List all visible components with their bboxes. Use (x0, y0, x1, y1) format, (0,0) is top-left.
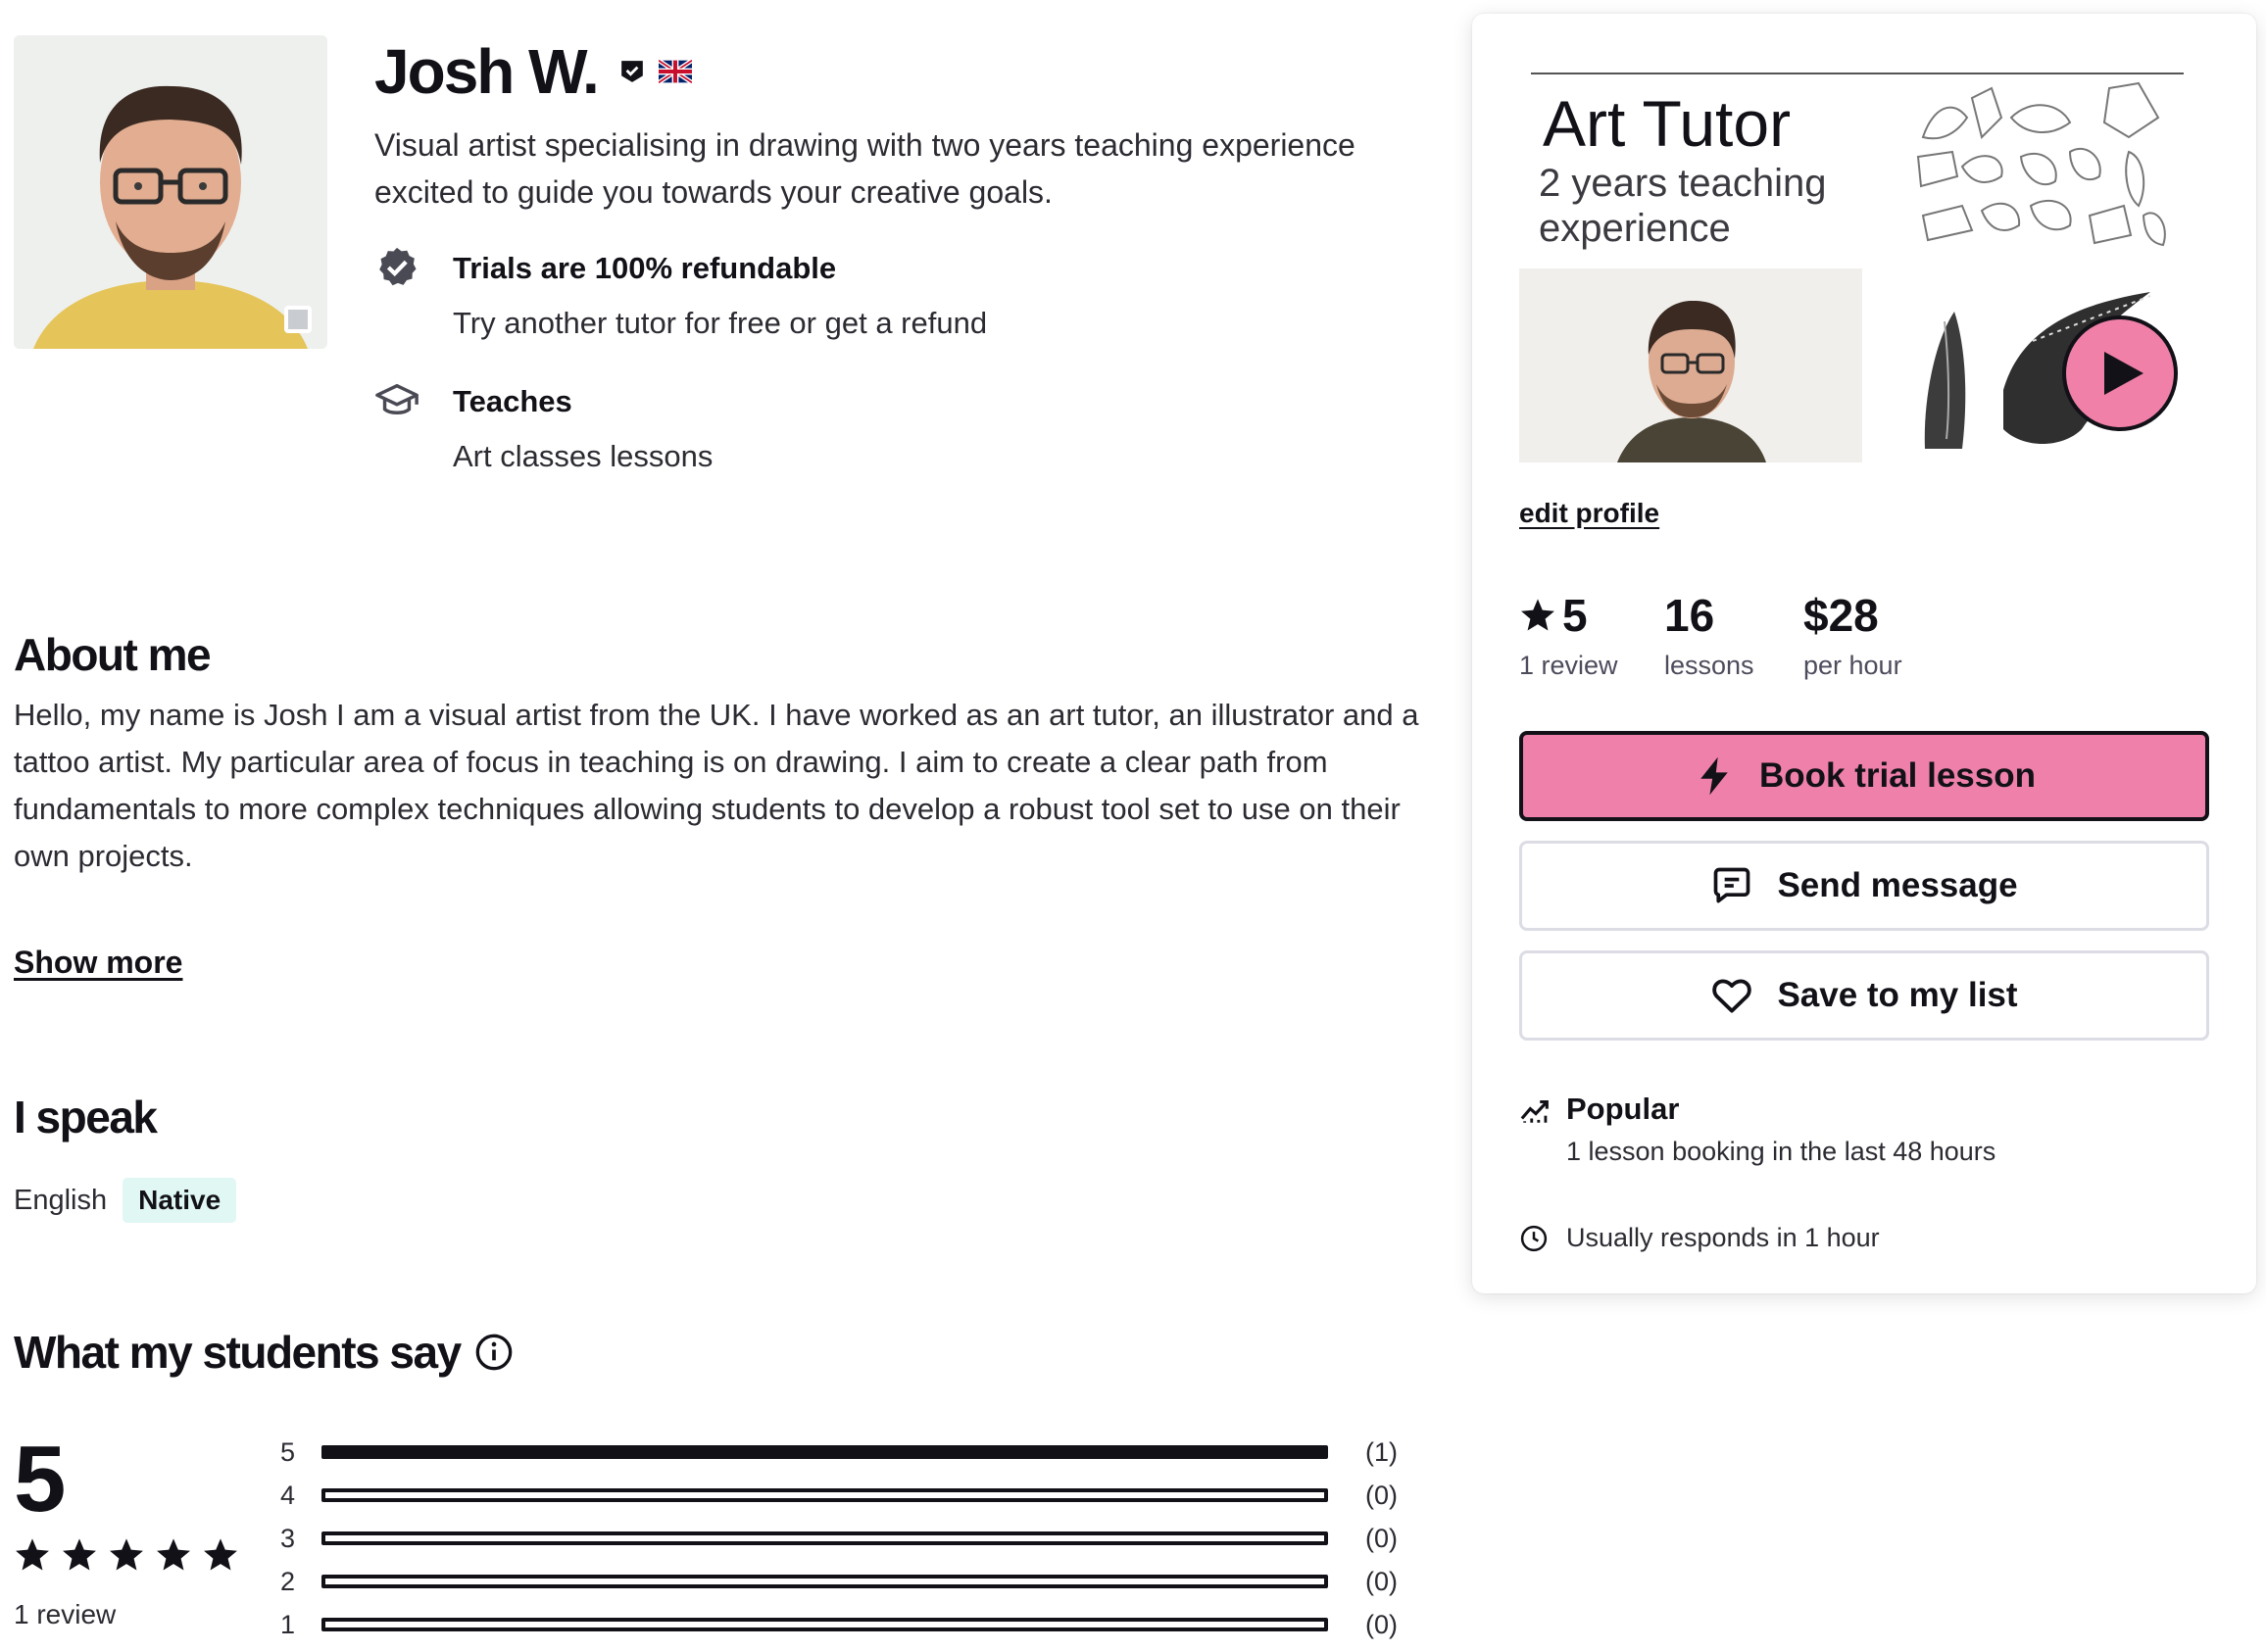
lightning-icon (1700, 756, 1728, 796)
stat-rating: 5 1 review (1519, 588, 1618, 681)
rating-bar-track (320, 1488, 1328, 1502)
send-message-button[interactable]: Send message (1519, 841, 2209, 931)
booking-card: Art Tutor 2 years teaching experience ed… (1472, 14, 2256, 1293)
response-time: Usually responds in 1 hour (1519, 1223, 1880, 1253)
tutor-avatar (14, 35, 327, 349)
graduation-cap-icon (375, 383, 419, 414)
book-trial-button[interactable]: Book trial lesson (1519, 731, 2209, 821)
teaches-feature: Teaches Art classes lessons (374, 380, 713, 478)
lessons-label: lessons (1664, 651, 1754, 680)
tutor-headline: Visual artist specialising in drawing wi… (374, 127, 1355, 210)
about-heading: About me (14, 629, 212, 680)
rating-stars (14, 1536, 249, 1574)
play-video-button[interactable] (2062, 316, 2178, 431)
rating-bar-count: (1) (1365, 1436, 1398, 1467)
rating-bar-row: 5 (1) (280, 1431, 1398, 1474)
rating-bar-count: (0) (1365, 1480, 1398, 1510)
rating-label: 1 review (1519, 651, 1618, 680)
languages-heading: I speak (14, 1092, 158, 1142)
rating-bar-row: 1 (0) (280, 1603, 1398, 1646)
rating-bar-track (320, 1575, 1328, 1588)
send-message-label: Send message (1777, 866, 2018, 904)
reviews-heading-row: What my students say (14, 1325, 514, 1380)
status-indicator (284, 306, 312, 333)
tutor-photo (14, 35, 327, 349)
trial-refund-feature: Trials are 100% refundable Try another t… (374, 247, 987, 345)
message-icon (1714, 867, 1750, 903)
star-icon (16, 1538, 49, 1571)
video-tutor-photo (1519, 268, 1862, 462)
about-text: Hello, my name is Josh I am a visual art… (14, 698, 1419, 873)
teaches-title: Teaches (453, 384, 572, 418)
name-row: Josh W. (374, 35, 692, 108)
price-value: $28 (1803, 590, 1879, 641)
rating-bar-count: (0) (1365, 1523, 1398, 1553)
popular-indicator: Popular 1 lesson booking in the last 48 … (1519, 1090, 1995, 1167)
language-item: English Native (14, 1178, 237, 1223)
rating-bar-label: 1 (280, 1609, 296, 1639)
trending-icon (1520, 1099, 1549, 1123)
lessons-value: 16 (1664, 590, 1715, 641)
rating-bar-track (320, 1445, 1328, 1459)
rating-bar-label: 2 (280, 1566, 296, 1596)
rating-bar-row: 4 (0) (280, 1474, 1398, 1517)
rating-breakdown: 5 (1) 4 (0) 3 (0) 2 (0) 1 (0) (280, 1431, 1398, 1646)
reviews-heading: What my students say (14, 1327, 462, 1378)
teaches-subtitle: Art classes lessons (453, 439, 714, 473)
review-count: 1 review (14, 1599, 117, 1629)
info-icon[interactable] (474, 1333, 514, 1372)
popular-subtitle: 1 lesson booking in the last 48 hours (1566, 1137, 1996, 1166)
save-to-list-button[interactable]: Save to my list (1519, 950, 2209, 1041)
star-icon (63, 1538, 96, 1571)
rating-bar-count: (0) (1365, 1609, 1398, 1639)
rating-bar-row: 2 (0) (280, 1560, 1398, 1603)
language-level-badge: Native (123, 1178, 237, 1223)
average-rating: 5 (14, 1427, 67, 1531)
save-to-list-label: Save to my list (1777, 976, 2018, 1014)
rating-bar-row: 3 (0) (280, 1517, 1398, 1560)
video-title: Art Tutor (1543, 87, 1792, 160)
rating-bar-track (320, 1618, 1328, 1631)
video-divider (1531, 73, 2184, 74)
tutor-name: Josh W. (374, 36, 600, 107)
edit-profile-link[interactable]: edit profile (1519, 498, 1659, 529)
intro-video[interactable]: Art Tutor 2 years teaching experience (1519, 59, 2193, 462)
star-icon (157, 1538, 190, 1571)
uk-flag-icon (658, 60, 692, 83)
trial-subtitle: Try another tutor for free or get a refu… (453, 306, 988, 340)
star-icon (1521, 599, 1554, 631)
popular-title: Popular (1566, 1092, 1680, 1126)
rating-bar-label: 5 (280, 1436, 296, 1467)
shield-check-icon (379, 247, 417, 286)
stat-lessons: 16 lessons (1664, 588, 1754, 681)
sketch-drawings-image (1916, 81, 2166, 247)
language-name: English (14, 1184, 108, 1216)
stat-price: $28 per hour (1803, 588, 1902, 681)
rating-bar-count: (0) (1365, 1566, 1398, 1596)
show-more-link[interactable]: Show more (14, 945, 182, 981)
play-icon (2104, 352, 2143, 395)
star-icon (110, 1538, 143, 1571)
rating-bar-fill (324, 1447, 1324, 1457)
video-portrait-image (1519, 268, 1862, 462)
verified-icon (620, 61, 643, 82)
book-trial-label: Book trial lesson (1758, 756, 2037, 795)
rating-bar-label: 4 (280, 1480, 296, 1510)
star-icon (204, 1538, 237, 1571)
trial-title: Trials are 100% refundable (453, 251, 837, 285)
response-time-label: Usually responds in 1 hour (1566, 1223, 1880, 1252)
price-label: per hour (1803, 651, 1902, 680)
clock-icon (1520, 1225, 1548, 1251)
heart-icon (1712, 979, 1752, 1013)
rating-bar-label: 3 (280, 1523, 296, 1553)
rating-value: 5 (1562, 590, 1588, 641)
rating-bar-track (320, 1531, 1328, 1545)
video-subtitle: 2 years teaching experience (1539, 162, 1827, 250)
